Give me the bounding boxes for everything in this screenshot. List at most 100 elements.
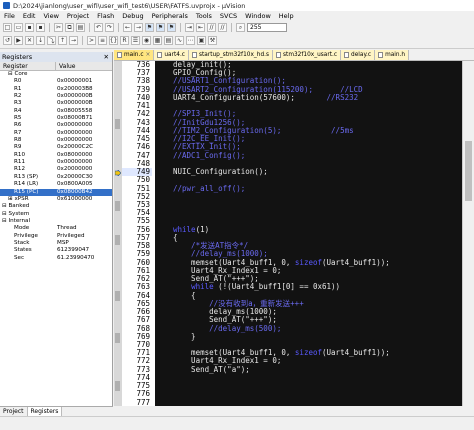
comment-icon[interactable]: // (207, 23, 216, 32)
horizontal-scrollbar[interactable] (155, 406, 462, 416)
run-to-cursor-icon[interactable]: → (69, 36, 78, 45)
register-row[interactable]: R3 0x0000000B (0, 100, 112, 107)
register-row[interactable]: ⊟ Banked (0, 203, 112, 210)
step-out-icon[interactable]: ↑ (58, 36, 67, 45)
bookmark-icon[interactable]: ⚑ (145, 23, 154, 32)
register-row[interactable]: R7 0x00000000 (0, 130, 112, 137)
zoom-combo[interactable]: 255 (247, 23, 287, 32)
register-value[interactable]: 612399047 (56, 247, 89, 254)
bookmark-next-icon[interactable]: ⚑ (167, 23, 176, 32)
symbols-window-icon[interactable]: {} (109, 36, 118, 45)
register-value[interactable]: MSP (56, 240, 69, 247)
copy-icon[interactable]: ⧉ (65, 23, 74, 32)
nav-back-icon[interactable]: ← (123, 23, 132, 32)
register-value[interactable]: 0x08000B71 (56, 115, 93, 122)
register-row[interactable]: R0 0x00000001 (0, 78, 112, 85)
register-value[interactable] (56, 211, 57, 218)
scrollbar-thumb[interactable] (465, 141, 472, 201)
save-icon[interactable]: ▪ (25, 23, 34, 32)
unindent-icon[interactable]: ⇤ (196, 23, 205, 32)
run-icon[interactable]: ▶ (14, 36, 23, 45)
register-row[interactable]: R12 0x20000000 (0, 166, 112, 173)
undo-icon[interactable]: ↶ (94, 23, 103, 32)
step-over-icon[interactable]: ⤵ (47, 36, 56, 45)
menu-peripherals[interactable]: Peripherals (148, 12, 192, 20)
register-row[interactable]: Stack MSP (0, 240, 112, 247)
register-value[interactable]: 61.23990470 (56, 255, 94, 262)
menu-window[interactable]: Window (241, 12, 275, 20)
register-row[interactable]: R4 0x08005558 (0, 108, 112, 115)
reset-cpu-icon[interactable]: ↺ (3, 36, 12, 45)
menu-debug[interactable]: Debug (118, 12, 147, 20)
bookmark-prev-icon[interactable]: ⚑ (156, 23, 165, 32)
register-row[interactable]: ⊟ System (0, 211, 112, 218)
menu-tools[interactable]: Tools (192, 12, 216, 20)
redo-icon[interactable]: ↷ (105, 23, 114, 32)
new-file-icon[interactable]: □ (3, 23, 12, 32)
register-row[interactable]: ⊟ Internal (0, 218, 112, 225)
vertical-scrollbar[interactable] (462, 61, 474, 406)
register-row[interactable]: R9 0x20000C2C (0, 144, 112, 151)
register-row[interactable]: ⊞ xPSR 0x61000000 (0, 196, 112, 203)
register-row[interactable]: Sec 61.23990470 (0, 255, 112, 262)
editor-tab[interactable]: main.c × (114, 50, 155, 60)
register-row[interactable]: R13 (SP) 0x20000C30 (0, 174, 112, 181)
paste-icon[interactable]: ▤ (76, 23, 85, 32)
command-window-icon[interactable]: > (87, 36, 96, 45)
editor-tab[interactable]: delay.c (341, 50, 376, 60)
register-row[interactable]: R14 (LR) 0x0800A005 (0, 181, 112, 188)
register-value[interactable]: 0x0800A005 (56, 181, 93, 188)
register-value[interactable]: 0x20000C30 (56, 174, 93, 181)
menu-help[interactable]: Help (275, 12, 298, 20)
menu-view[interactable]: View (39, 12, 62, 20)
register-row[interactable]: R11 0x00000000 (0, 159, 112, 166)
register-value[interactable] (56, 218, 57, 225)
register-value[interactable]: Privileged (56, 233, 85, 240)
register-row[interactable]: Privilege Privileged (0, 233, 112, 240)
registers-window-icon[interactable]: R (120, 36, 129, 45)
register-value[interactable]: 0x00000001 (56, 78, 92, 85)
register-row[interactable]: R1 0x200003B8 (0, 86, 112, 93)
step-into-icon[interactable]: ↓ (36, 36, 45, 45)
tab-project[interactable]: Project (0, 407, 28, 416)
open-folder-icon[interactable]: ▭ (14, 23, 23, 32)
register-value[interactable]: Thread (56, 225, 77, 232)
register-value[interactable]: 0x00000000 (56, 137, 92, 144)
breakpoint-margin[interactable] (114, 61, 122, 406)
register-value[interactable]: 0x00000000 (56, 122, 92, 129)
register-value[interactable]: 0x20000000 (56, 166, 92, 173)
register-row[interactable]: R6 0x00000000 (0, 122, 112, 129)
register-row[interactable]: States 612399047 (0, 247, 112, 254)
tab-registers[interactable]: Registers (27, 407, 63, 416)
stop-icon[interactable]: ✕ (25, 36, 34, 45)
register-row[interactable]: Mode Thread (0, 225, 112, 232)
register-column-header[interactable]: Register (0, 62, 56, 70)
system-viewer-icon[interactable]: ▣ (197, 36, 206, 45)
register-row[interactable]: ⊟ Core (0, 71, 112, 78)
register-row[interactable]: R5 0x08000B71 (0, 115, 112, 122)
uncomment-icon[interactable]: // (218, 23, 227, 32)
register-value[interactable]: 0x0000000B (56, 93, 93, 100)
register-value[interactable]: 0x61000000 (56, 196, 92, 203)
register-value[interactable]: 0x0000000B (56, 100, 93, 107)
register-row[interactable]: R15 (PC) 0x08000B42 (0, 188, 112, 196)
indent-icon[interactable]: ⇥ (185, 23, 194, 32)
code-editor[interactable]: delay_init(); GPIO_Config();//USART1_Conf… (155, 61, 462, 406)
memory-window-icon[interactable]: ▦ (153, 36, 162, 45)
register-value[interactable]: 0x00000000 (56, 130, 92, 137)
close-icon[interactable]: ✕ (104, 52, 109, 62)
nav-forward-icon[interactable]: → (134, 23, 143, 32)
toolbox-icon[interactable]: ⚒ (208, 36, 217, 45)
register-value[interactable]: 0x200003B8 (56, 86, 93, 93)
register-row[interactable]: R10 0x08000000 (0, 152, 112, 159)
register-value[interactable]: 0x08005558 (56, 108, 92, 115)
find-icon[interactable]: ⌕ (236, 23, 245, 32)
register-row[interactable]: R8 0x00000000 (0, 137, 112, 144)
save-all-icon[interactable]: ▪ (36, 23, 45, 32)
close-tab-icon[interactable]: × (146, 50, 151, 60)
cut-icon[interactable]: ✂ (54, 23, 63, 32)
register-value[interactable]: 0x00000000 (56, 159, 92, 166)
menu-edit[interactable]: Edit (19, 12, 40, 20)
menu-file[interactable]: File (0, 12, 19, 20)
disassembly-window-icon[interactable]: ≡ (98, 36, 107, 45)
